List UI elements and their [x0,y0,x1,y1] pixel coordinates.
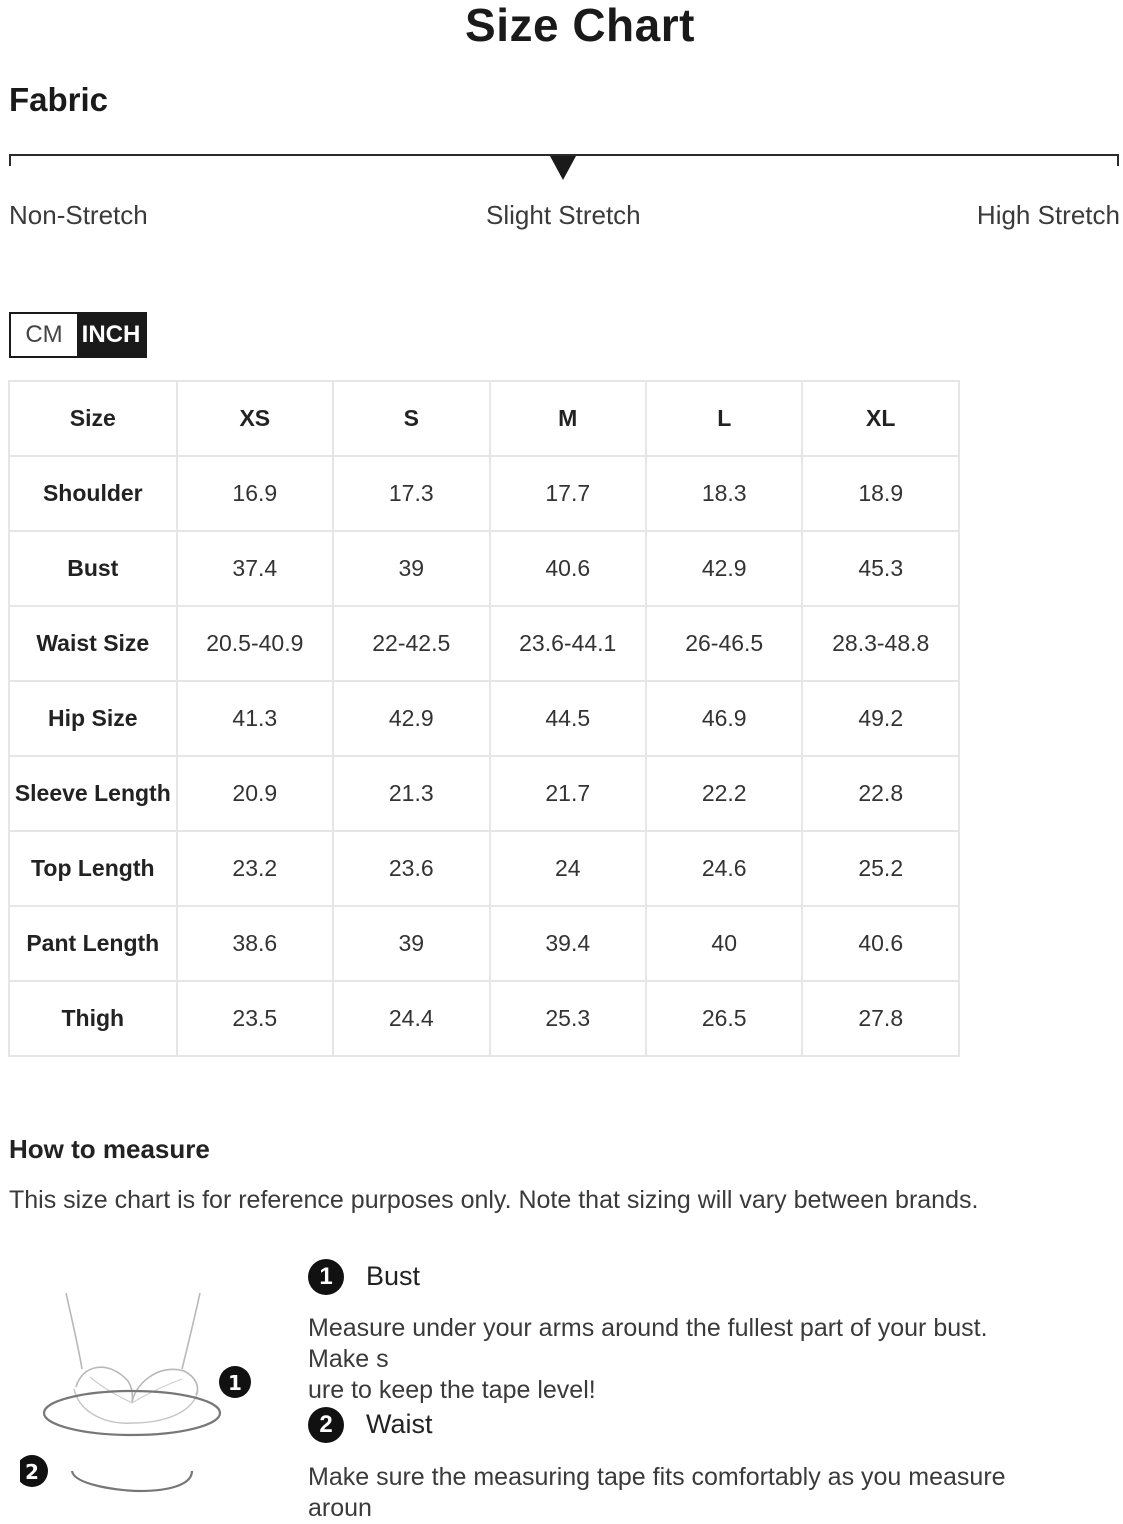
table-row: Sleeve Length 20.9 21.3 21.7 22.2 22.8 [8,755,960,832]
table-row: Waist Size 20.5-40.9 22-42.5 23.6-44.1 2… [8,605,960,682]
scale-label-non-stretch: Non-Stretch [9,200,148,230]
table-cell: 23.6 [332,830,491,907]
unit-cm-button[interactable]: CM [11,314,77,356]
row-label: Waist Size [8,605,178,682]
header-cell: XS [175,380,335,457]
step-2-description-line-1: Make sure the measuring tape fits comfor… [308,1463,1006,1522]
fabric-title: Fabric [9,81,109,118]
table-cell: 22.8 [801,755,960,832]
table-row: Shoulder 16.9 17.3 17.7 18.3 18.9 [8,455,960,532]
table-cell: 17.3 [332,455,491,532]
step-1-description: Measure under your arms around the fulle… [308,1313,1048,1406]
step-2-description: Make sure the measuring tape fits comfor… [308,1462,1048,1524]
row-label: Top Length [8,830,178,907]
unit-inch-button[interactable]: INCH [77,314,145,356]
svg-text:1: 1 [228,1371,242,1395]
scale-label-high-stretch: High Stretch [976,200,1120,230]
table-cell: 21.3 [332,755,491,832]
table-cell: 40.6 [801,905,960,982]
table-cell: 21.7 [488,755,647,832]
stretch-marker-icon [550,156,576,180]
header-cell: S [332,380,491,457]
how-to-measure-title: How to measure [9,1134,210,1164]
table-cell: 42.9 [644,530,804,607]
table-cell: 37.4 [175,530,335,607]
page-title: Size Chart [465,0,695,51]
table-cell: 40 [644,905,804,982]
table-cell: 45.3 [801,530,960,607]
header-cell: L [644,380,804,457]
table-cell: 20.9 [175,755,335,832]
table-row: Hip Size 41.3 42.9 44.5 46.9 49.2 [8,680,960,757]
table-row: Top Length 23.2 23.6 24 24.6 25.2 [8,830,960,907]
table-cell: 46.9 [644,680,804,757]
svg-text:2: 2 [25,1460,39,1484]
table-cell: 22.2 [644,755,804,832]
table-cell: 49.2 [801,680,960,757]
row-label: Bust [8,530,178,607]
table-row: Pant Length 38.6 39 39.4 40 40.6 [8,905,960,982]
table-cell: 20.5-40.9 [175,605,335,682]
step-1-number-badge: 1 [308,1259,344,1295]
table-cell: 22-42.5 [332,605,491,682]
row-label: Pant Length [8,905,178,982]
row-label: Shoulder [8,455,178,532]
bust-waist-illustration: 1 2 [20,1292,251,1493]
table-cell: 40.6 [488,530,647,607]
table-cell: 39 [332,530,491,607]
table-cell: 39 [332,905,491,982]
table-cell: 38.6 [175,905,335,982]
table-cell: 39.4 [488,905,647,982]
table-cell: 41.3 [175,680,335,757]
table-cell: 26-46.5 [644,605,804,682]
table-cell: 25.2 [801,830,960,907]
table-cell: 23.6-44.1 [488,605,647,682]
header-cell: Size [8,380,178,457]
header-cell: M [488,380,647,457]
table-cell: 26.5 [644,980,804,1057]
step-1-description-line-1: Measure under your arms around the fulle… [308,1314,988,1373]
table-cell: 28.3-48.8 [801,605,960,682]
size-table: Size XS S M L XL Shoulder 16.9 17.3 17.7… [8,380,960,1057]
step-1-title: Bust [366,1261,421,1291]
table-cell: 25.3 [488,980,647,1057]
table-cell: 24.6 [644,830,804,907]
stretch-scale-right-tick [1117,154,1119,166]
table-cell: 24.4 [332,980,491,1057]
row-label: Sleeve Length [8,755,178,832]
scale-label-slight-stretch: Slight Stretch [486,200,641,230]
stretch-scale-left-tick [9,154,11,166]
table-cell: 44.5 [488,680,647,757]
step-2-number-badge: 2 [308,1407,344,1443]
table-cell: 24 [488,830,647,907]
table-cell: 23.2 [175,830,335,907]
table-row: Thigh 23.5 24.4 25.3 26.5 27.8 [8,980,960,1057]
table-row: Bust 37.4 39 40.6 42.9 45.3 [8,530,960,607]
table-header-row: Size XS S M L XL [8,380,960,457]
table-cell: 18.9 [801,455,960,532]
table-cell: 23.5 [175,980,335,1057]
step-1-description-line-2: ure to keep the tape level! [308,1376,596,1404]
how-to-measure-note: This size chart is for reference purpose… [9,1186,979,1214]
table-cell: 27.8 [801,980,960,1057]
table-cell: 16.9 [175,455,335,532]
step-2-title: Waist [366,1409,433,1439]
table-cell: 42.9 [332,680,491,757]
table-cell: 17.7 [488,455,647,532]
table-cell: 18.3 [644,455,804,532]
row-label: Hip Size [8,680,178,757]
header-cell: XL [801,380,960,457]
unit-toggle: CM INCH [9,312,147,358]
row-label: Thigh [8,980,178,1057]
